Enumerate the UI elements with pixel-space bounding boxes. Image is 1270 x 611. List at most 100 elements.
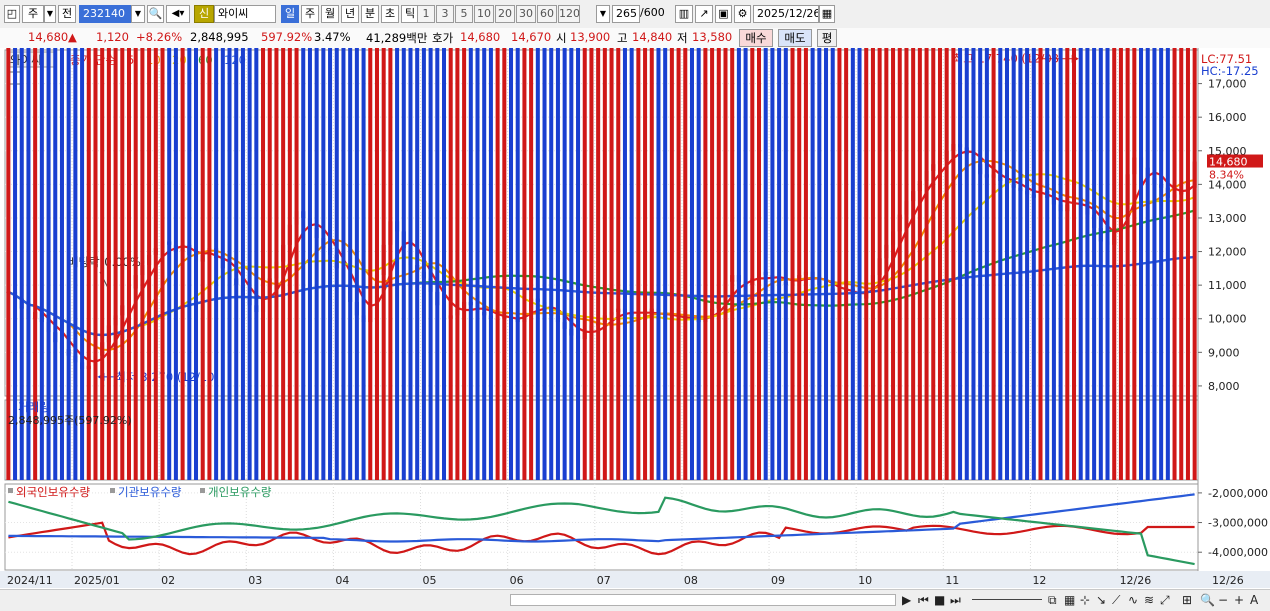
holdings-legend-marker	[200, 488, 205, 493]
chevron-down-icon[interactable]: ▼	[131, 5, 145, 23]
change-percent: +8.26%	[136, 30, 183, 44]
zoom-search-icon[interactable]: 🔍	[1200, 593, 1215, 607]
line-icon[interactable]: ⟋	[1112, 593, 1120, 607]
volume-bar	[837, 48, 842, 480]
volume-bar	[314, 48, 319, 480]
interval-button-10[interactable]: 10	[474, 5, 494, 23]
interval-button-5[interactable]: 5	[455, 5, 473, 23]
period-select[interactable]: 주	[22, 5, 44, 23]
change-amount: 1,120	[96, 30, 129, 44]
volume-bar	[790, 48, 795, 480]
fibo-icon[interactable]: ≋	[1144, 593, 1154, 607]
volume-bar	[978, 48, 983, 480]
prev-button[interactable]: 전	[58, 5, 76, 23]
period-tab-1[interactable]: 주	[301, 5, 319, 23]
high-value: 14,840	[632, 30, 673, 44]
volume-bar	[870, 48, 875, 480]
wave-icon[interactable]: ∿	[1128, 593, 1138, 607]
stock-code-input[interactable]: 232140	[79, 5, 131, 23]
holdings-legend-0: 외국인보유수량	[16, 485, 90, 499]
sell-button[interactable]: 매도	[778, 29, 812, 47]
interval-button-30[interactable]: 30	[516, 5, 536, 23]
calendar-icon[interactable]: ▦	[819, 5, 835, 23]
price-tick-label: 16,000	[1208, 111, 1247, 124]
period-tab-0[interactable]: 일	[281, 5, 299, 23]
volume-bar	[710, 48, 715, 480]
volume-value: 2,848,995	[190, 30, 249, 44]
crosshair-icon[interactable]: ⊹	[1080, 593, 1090, 607]
x-tick-label: 03	[248, 574, 262, 587]
zoom-out-icon[interactable]: −	[1218, 593, 1228, 607]
stock-chart[interactable]: 2024/11 2025/01 02 03 04 05 06 07 08 09 10 11 12 12/2…	[0, 48, 1270, 589]
font-size-icon[interactable]: A	[1250, 593, 1258, 607]
buy-button[interactable]: 매수	[739, 29, 773, 47]
volume-bar	[509, 48, 514, 480]
volume-bar	[482, 48, 487, 480]
zoom-slider[interactable]	[972, 593, 1042, 600]
date-input[interactable]: 2025/12/26	[753, 5, 819, 23]
volume-bar	[991, 48, 996, 480]
speaker-icon[interactable]: ◀▾	[166, 5, 190, 23]
save-icon[interactable]: ▣	[715, 5, 732, 23]
volume-bar	[864, 48, 869, 480]
volume-bar	[1051, 48, 1056, 480]
volume-bar	[629, 48, 634, 480]
interval-button-120[interactable]: 120	[558, 5, 580, 23]
rewind-icon[interactable]: ⏮	[918, 593, 929, 607]
zoom-in-icon[interactable]: +	[1234, 593, 1244, 607]
trend-icon[interactable]: ↘	[1096, 593, 1106, 607]
interval-button-1[interactable]: 1	[417, 5, 435, 23]
interval-button-3[interactable]: 3	[436, 5, 454, 23]
average-button[interactable]: 평	[817, 29, 837, 47]
volume-bar	[777, 48, 782, 480]
search-icon[interactable]: 🔍	[147, 5, 164, 23]
volume-bar	[234, 48, 239, 480]
x-tick-label: 05	[423, 574, 437, 587]
volume-bar	[441, 48, 447, 480]
chevron-down-icon[interactable]: ▼	[44, 5, 56, 23]
period-tab-3[interactable]: 년	[341, 5, 359, 23]
x-axis-band	[0, 571, 1270, 588]
chart-scrollbar[interactable]	[510, 594, 896, 606]
stock-name-field[interactable]: 와이씨	[214, 5, 276, 23]
compare-icon[interactable]: ⧉	[1048, 593, 1057, 607]
interval-button-60[interactable]: 60	[537, 5, 557, 23]
candle-icon[interactable]: ▥	[675, 5, 693, 23]
trade-value: 41,289백만	[366, 31, 428, 45]
chevron-down-icon[interactable]: ▼	[596, 5, 610, 23]
volume-bar	[616, 48, 621, 480]
price-tick-label: 13,000	[1208, 212, 1247, 225]
chart-settings-icon[interactable]: ⊞	[1182, 593, 1192, 607]
play-icon[interactable]: ▶	[902, 593, 911, 607]
holdings-tick-label: -3,000,000	[1208, 517, 1268, 530]
volume-bar	[669, 48, 674, 480]
volume-bar	[147, 48, 152, 480]
period-tab-2[interactable]: 월	[321, 5, 339, 23]
volume-bar	[1192, 48, 1197, 480]
volume-bar	[502, 48, 507, 480]
text-tool-icon[interactable]: ⤢	[1160, 593, 1170, 607]
price-tick-label: 11,000	[1208, 279, 1247, 292]
hc-value: HC:-17.25	[1201, 64, 1259, 78]
interval-button-20[interactable]: 20	[495, 5, 515, 23]
fast-forward-icon[interactable]: ⏭	[950, 593, 961, 607]
volume-bar	[220, 48, 225, 480]
volume-bar	[555, 48, 560, 480]
period-tab-5[interactable]: 초	[381, 5, 399, 23]
period-tab-4[interactable]: 분	[361, 5, 379, 23]
x-tick-label: 02	[161, 574, 175, 587]
grid-icon[interactable]: ▦	[1064, 593, 1075, 607]
bar-count-input[interactable]: 265	[612, 5, 640, 23]
volume-bar	[415, 48, 420, 480]
high-label: 고	[617, 31, 628, 45]
volume-bar	[542, 48, 547, 480]
stop-icon[interactable]: ■	[934, 593, 945, 607]
draw-tool-icon[interactable]: ↗	[695, 5, 713, 23]
layout-icon[interactable]: ◰	[4, 5, 20, 23]
volume-bar	[602, 48, 607, 480]
gear-icon[interactable]: ⚙	[734, 5, 751, 23]
x-tick-label: 07	[597, 574, 611, 587]
volume-bar	[663, 48, 668, 480]
volume-bar	[254, 48, 259, 480]
volume-info: 2,848,995주(597.92%)	[8, 414, 132, 427]
